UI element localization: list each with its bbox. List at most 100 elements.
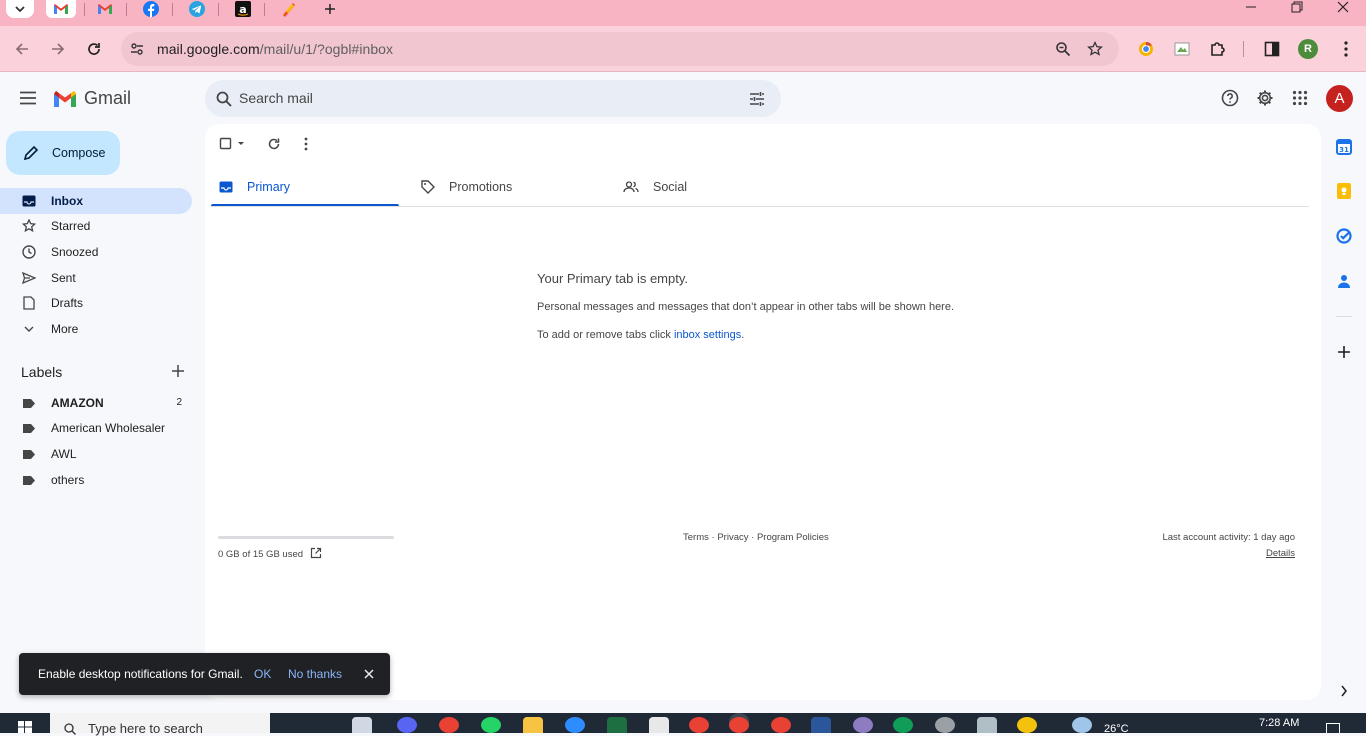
taskbar-app-chrome-2[interactable] <box>689 717 709 733</box>
side-panel-button[interactable] <box>1260 37 1284 61</box>
restore-button[interactable] <box>1274 0 1320 14</box>
reload-button[interactable] <box>82 37 106 61</box>
labels-heading: Labels <box>21 364 63 380</box>
terms-link[interactable]: Terms <box>683 532 709 543</box>
forward-button[interactable] <box>46 37 70 61</box>
snackbar-ok-button[interactable]: OK <box>254 667 271 681</box>
label-item-amazon[interactable]: AMAZON 2 <box>0 390 192 416</box>
zoom-icon[interactable] <box>1055 41 1071 57</box>
support-button[interactable] <box>1218 86 1242 110</box>
keep-addon-button[interactable] <box>1335 182 1353 200</box>
taskbar-app-paint[interactable] <box>649 717 669 733</box>
label-tag-icon <box>21 472 37 488</box>
snackbar-no-thanks-button[interactable]: No thanks <box>288 667 342 681</box>
tab-social[interactable]: Social <box>623 167 803 207</box>
bookmark-star-icon[interactable] <box>1087 41 1103 57</box>
contacts-addon-button[interactable] <box>1335 272 1353 290</box>
program-policies-link[interactable]: Program Policies <box>757 532 829 543</box>
taskbar-app-whatsapp[interactable] <box>481 717 501 733</box>
taskbar-app-excel[interactable] <box>607 717 627 733</box>
taskbar-app-notes[interactable] <box>977 717 997 733</box>
weather-icon[interactable] <box>1072 717 1092 733</box>
nav-item-sent[interactable]: Sent <box>0 265 192 291</box>
snackbar-close-button[interactable] <box>361 666 377 682</box>
search-options-icon[interactable] <box>749 91 765 107</box>
last-activity-text: Last account activity: 1 day ago <box>1162 532 1295 543</box>
nav-item-drafts[interactable]: Drafts <box>0 290 192 316</box>
taskbar-app-other[interactable] <box>853 717 873 733</box>
label-item-others[interactable]: others <box>0 467 192 493</box>
arrow-right-icon <box>52 43 65 55</box>
taskbar-app-discord[interactable] <box>397 717 417 733</box>
create-label-button[interactable] <box>170 363 186 379</box>
browser-tab-facebook[interactable] <box>138 0 164 18</box>
taskbar-app-chrome-active[interactable] <box>729 717 749 733</box>
taskbar-app-misc[interactable] <box>1017 717 1037 733</box>
task-view-button[interactable] <box>352 717 372 733</box>
compose-button[interactable]: Compose <box>6 131 120 175</box>
manage-storage-button[interactable] <box>310 547 322 559</box>
get-addons-button[interactable] <box>1335 343 1353 361</box>
taskbar-clock[interactable]: 7:28 AM <box>1259 717 1299 729</box>
keep-icon <box>1337 183 1351 199</box>
address-bar[interactable]: mail.google.com/mail/u/1/?ogbl#inbox <box>121 32 1119 66</box>
nav-item-inbox[interactable]: Inbox <box>0 188 192 214</box>
settings-button[interactable] <box>1253 86 1277 110</box>
restore-icon <box>1291 1 1303 13</box>
browser-menu-button[interactable] <box>1334 37 1358 61</box>
calendar-addon-button[interactable]: 31 <box>1335 138 1353 156</box>
gmail-icon <box>54 4 68 14</box>
taskbar-app-edge[interactable] <box>893 717 913 733</box>
search-icon[interactable] <box>216 91 232 107</box>
main-menu-button[interactable] <box>16 86 40 110</box>
tab-search-button[interactable] <box>6 0 34 18</box>
new-tab-button[interactable] <box>317 0 343 18</box>
minimize-button[interactable] <box>1228 0 1274 14</box>
taskbar-search-box[interactable]: Type here to search <box>50 713 270 736</box>
extension-chrome[interactable] <box>1134 37 1158 61</box>
label-item-awl[interactable]: AWL <box>0 441 192 467</box>
close-window-button[interactable] <box>1320 0 1366 14</box>
nav-item-more[interactable]: More <box>0 316 192 342</box>
activity-details-link[interactable]: Details <box>1266 548 1295 559</box>
nav-item-starred[interactable]: Starred <box>0 213 192 239</box>
search-input[interactable] <box>239 88 719 108</box>
site-settings-icon[interactable] <box>129 41 145 57</box>
open-external-icon <box>310 547 322 559</box>
chevron-down-icon <box>21 321 37 337</box>
label-item-american-wholesaler[interactable]: American Wholesaler <box>0 415 192 441</box>
tasks-addon-button[interactable] <box>1335 227 1353 245</box>
browser-tab-amazon[interactable]: a <box>230 0 256 18</box>
privacy-link[interactable]: Privacy <box>717 532 748 543</box>
browser-tab-telegram[interactable] <box>184 0 210 18</box>
tab-promotions[interactable]: Promotions <box>421 167 601 207</box>
nav-item-snoozed[interactable]: Snoozed <box>0 239 192 265</box>
taskbar-app-chrome[interactable] <box>439 717 459 733</box>
taskbar-app-word[interactable] <box>811 717 831 733</box>
browser-tab-app[interactable] <box>276 0 302 18</box>
browser-profile-avatar[interactable]: R <box>1298 39 1318 59</box>
tab-primary[interactable]: Primary <box>219 167 399 207</box>
show-side-panel-button[interactable] <box>1335 682 1353 700</box>
extensions-button[interactable] <box>1206 37 1230 61</box>
account-avatar[interactable]: A <box>1326 85 1353 112</box>
inbox-settings-link[interactable]: inbox settings <box>674 329 741 341</box>
calendar-icon: 31 <box>1336 139 1352 155</box>
taskbar-app-chrome-3[interactable] <box>771 717 791 733</box>
browser-tab-gmail-active[interactable] <box>46 0 76 18</box>
label-name: others <box>51 473 85 487</box>
taskbar-app-explorer[interactable] <box>523 717 543 733</box>
notification-center-icon[interactable] <box>1326 723 1340 733</box>
select-all-checkbox[interactable] <box>218 134 248 154</box>
taskbar-app-settings[interactable] <box>935 717 955 733</box>
refresh-button[interactable] <box>264 134 284 154</box>
browser-tab-gmail[interactable] <box>92 0 118 18</box>
back-button[interactable] <box>10 37 34 61</box>
nav-item-label: Sent <box>51 271 76 285</box>
taskbar-app-zoom[interactable] <box>565 717 585 733</box>
start-button[interactable] <box>18 721 32 733</box>
google-apps-button[interactable] <box>1288 86 1312 110</box>
more-actions-button[interactable] <box>296 134 316 154</box>
gmail-logo[interactable]: Gmail <box>52 88 131 109</box>
extension-app[interactable] <box>1170 37 1194 61</box>
